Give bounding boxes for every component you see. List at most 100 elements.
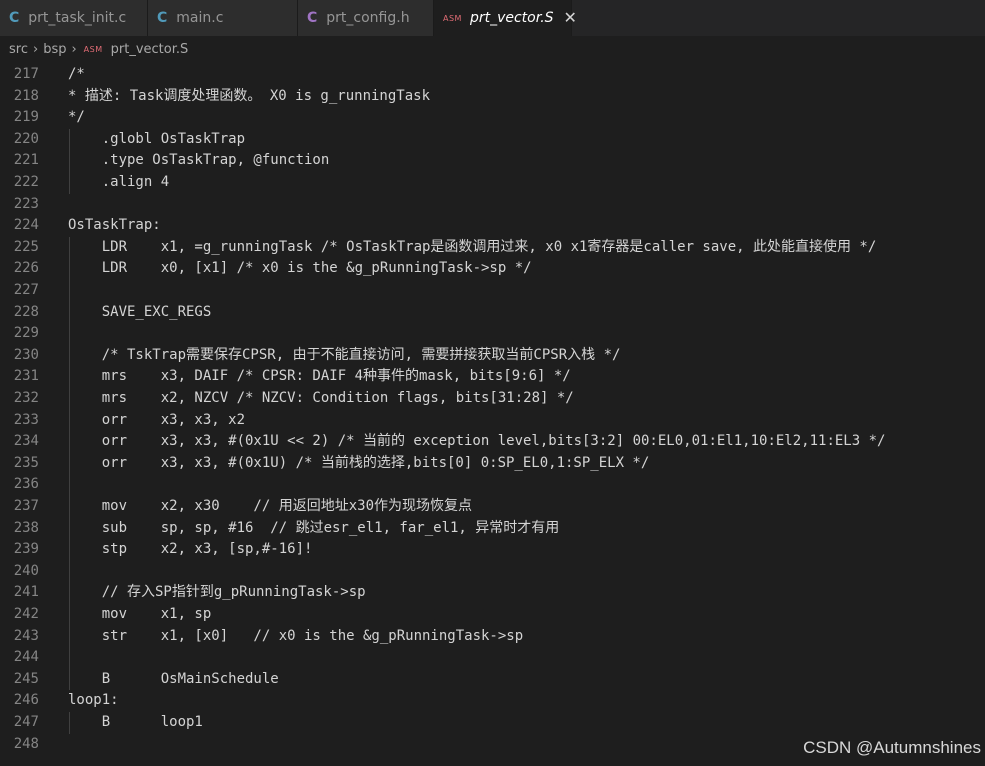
c-file-icon: C	[157, 10, 168, 26]
code-line[interactable]: 225 LDR x1, =g_runningTask /* OsTaskTrap…	[0, 237, 985, 259]
tab-label: prt_config.h	[326, 10, 410, 26]
code-line[interactable]: 242 mov x1, sp	[0, 604, 985, 626]
code-line[interactable]: 244	[0, 647, 985, 669]
line-number: 241	[13, 584, 39, 601]
code-text: orr x3, x3, #(0x1U << 2) /* 当前的 exceptio…	[68, 433, 886, 450]
line-number: 238	[13, 519, 39, 536]
line-number: 246	[13, 692, 39, 709]
code-text: LDR x0, [x1] /* x0 is the &g_pRunningTas…	[68, 260, 532, 277]
line-number: 224	[13, 217, 39, 234]
code-line[interactable]: 230 /* TskTrap需要保存CPSR, 由于不能直接访问, 需要拼接获取…	[0, 345, 985, 367]
asm-file-icon: ASM	[83, 44, 103, 54]
code-line[interactable]: 233 orr x3, x3, x2	[0, 410, 985, 432]
code-line[interactable]: 222 .align 4	[0, 172, 985, 194]
code-text: loop1:	[68, 692, 119, 709]
close-icon[interactable]: ✕	[564, 10, 577, 26]
tab-bar: Cprt_task_init.c Cmain.c Cprt_config.h ASM p…	[0, 0, 985, 36]
code-line[interactable]: 224 OsTaskTrap:	[0, 215, 985, 237]
code-text: LDR x1, =g_runningTask /* OsTaskTrap是函数调…	[68, 238, 877, 255]
code-text: * 描述: Task调度处理函数。 X0 is g_runningTask	[68, 87, 431, 104]
code-text: orr x3, x3, x2	[68, 411, 246, 428]
code-editor[interactable]: 217 /* 218 * 描述: Task调度处理函数。 X0 is g_runnin…	[0, 64, 985, 766]
code-line[interactable]: 227	[0, 280, 985, 302]
code-text: OsTaskTrap:	[68, 217, 161, 234]
code-line[interactable]: 221 .type OsTaskTrap, @function	[0, 150, 985, 172]
tab-prt-task-init-c[interactable]: Cprt_task_init.c	[0, 0, 148, 36]
code-text: stp x2, x3, [sp,#-16]!	[68, 541, 313, 558]
chevron-right-icon: ›	[71, 41, 77, 57]
tab-main-c[interactable]: Cmain.c	[148, 0, 298, 36]
line-number: 220	[13, 130, 39, 147]
code-text: .globl OsTaskTrap	[68, 130, 246, 147]
line-number: 245	[13, 670, 39, 687]
line-number: 221	[13, 152, 39, 169]
indent-guide	[69, 712, 70, 734]
code-text: */	[68, 109, 85, 126]
line-number: 219	[13, 109, 39, 126]
chevron-right-icon: ›	[32, 41, 39, 57]
line-number: 231	[13, 368, 39, 385]
code-line[interactable]: 220 .globl OsTaskTrap	[0, 129, 985, 151]
code-line[interactable]: 246 loop1:	[0, 690, 985, 712]
code-line[interactable]: 223	[0, 194, 985, 216]
code-line[interactable]: 240	[0, 561, 985, 583]
code-line[interactable]: 226 LDR x0, [x1] /* x0 is the &g_pRunnin…	[0, 258, 985, 280]
breadcrumb-bsp[interactable]: bsp	[43, 42, 66, 57]
code-line[interactable]: 245 B OsMainSchedule	[0, 669, 985, 691]
code-text: SAVE_EXC_REGS	[68, 303, 212, 320]
line-number: 227	[13, 282, 39, 298]
asm-file-icon: ASM	[443, 13, 462, 23]
code-text: mov x2, x30 // 用返回地址x30作为现场恢复点	[68, 498, 473, 514]
code-text: str x1, [x0] // x0 is the &g_pRunningTas…	[68, 627, 524, 644]
line-number: 226	[13, 260, 39, 277]
breadcrumb: src › bsp › ASM prt_vector.S	[0, 36, 985, 62]
code-line[interactable]: 239 stp x2, x3, [sp,#-16]!	[0, 539, 985, 561]
code-text: /*	[68, 66, 85, 82]
tab-label: main.c	[176, 10, 224, 26]
line-number: 233	[13, 411, 39, 428]
code-line[interactable]: 232 mrs x2, NZCV /* NZCV: Condition flag…	[0, 388, 985, 410]
breadcrumb-src[interactable]: src	[9, 42, 28, 57]
line-number: 237	[13, 498, 39, 514]
line-number: 239	[13, 541, 39, 558]
code-text: mov x1, sp	[68, 606, 212, 622]
tab-prt-config-h[interactable]: Cprt_config.h	[298, 0, 434, 36]
c-header-icon: C	[307, 10, 318, 26]
code-line[interactable]: 234 orr x3, x3, #(0x1U << 2) /* 当前的 exce…	[0, 431, 985, 453]
line-number: 222	[13, 174, 39, 190]
code-line[interactable]: 243 str x1, [x0] // x0 is the &g_pRunnin…	[0, 626, 985, 648]
line-number: 242	[13, 606, 39, 622]
code-text: B OsMainSchedule	[68, 670, 279, 687]
code-line[interactable]: 236	[0, 474, 985, 496]
line-number: 225	[13, 238, 39, 255]
code-line[interactable]: 247 B loop1	[0, 712, 985, 734]
line-number: 223	[13, 195, 39, 212]
line-number: 236	[13, 476, 39, 493]
line-number: 247	[13, 714, 39, 730]
line-number: 243	[13, 627, 39, 644]
code-line[interactable]: 231 mrs x3, DAIF /* CPSR: DAIF 4种事件的mask…	[0, 366, 985, 388]
line-number: 232	[13, 390, 39, 406]
breadcrumb-file[interactable]: prt_vector.S	[111, 42, 189, 57]
code-text: // 存入SP指针到g_pRunningTask->sp	[68, 584, 366, 601]
code-line[interactable]: 241 // 存入SP指针到g_pRunningTask->sp	[0, 582, 985, 604]
code-text: orr x3, x3, #(0x1U) /* 当前栈的选择,bits[0] 0:…	[68, 454, 650, 471]
code-text: .type OsTaskTrap, @function	[68, 152, 330, 169]
line-number: 248	[13, 735, 39, 752]
code-line[interactable]: 219 */	[0, 107, 985, 129]
line-number: 228	[13, 303, 39, 320]
line-number: 230	[13, 346, 39, 363]
code-line[interactable]: 217 /*	[0, 64, 985, 86]
code-line[interactable]: 228 SAVE_EXC_REGS	[0, 302, 985, 324]
code-line[interactable]: 235 orr x3, x3, #(0x1U) /* 当前栈的选择,bits[0…	[0, 453, 985, 475]
code-text: mrs x3, DAIF /* CPSR: DAIF 4种事件的mask, bi…	[68, 368, 571, 385]
tab-prt-vector-s[interactable]: ASM prt_vector.S ✕	[434, 0, 577, 36]
line-number: 244	[13, 649, 39, 666]
code-text: mrs x2, NZCV /* NZCV: Condition flags, b…	[68, 390, 574, 406]
code-line[interactable]: 237 mov x2, x30 // 用返回地址x30作为现场恢复点	[0, 496, 985, 518]
tab-label: prt_task_init.c	[28, 10, 127, 26]
code-line[interactable]: 238 sub sp, sp, #16 // 跳过esr_el1, far_el…	[0, 518, 985, 540]
tab-label: prt_vector.S	[469, 10, 554, 26]
code-line[interactable]: 229	[0, 323, 985, 345]
code-line[interactable]: 218 * 描述: Task调度处理函数。 X0 is g_runningTask	[0, 86, 985, 108]
